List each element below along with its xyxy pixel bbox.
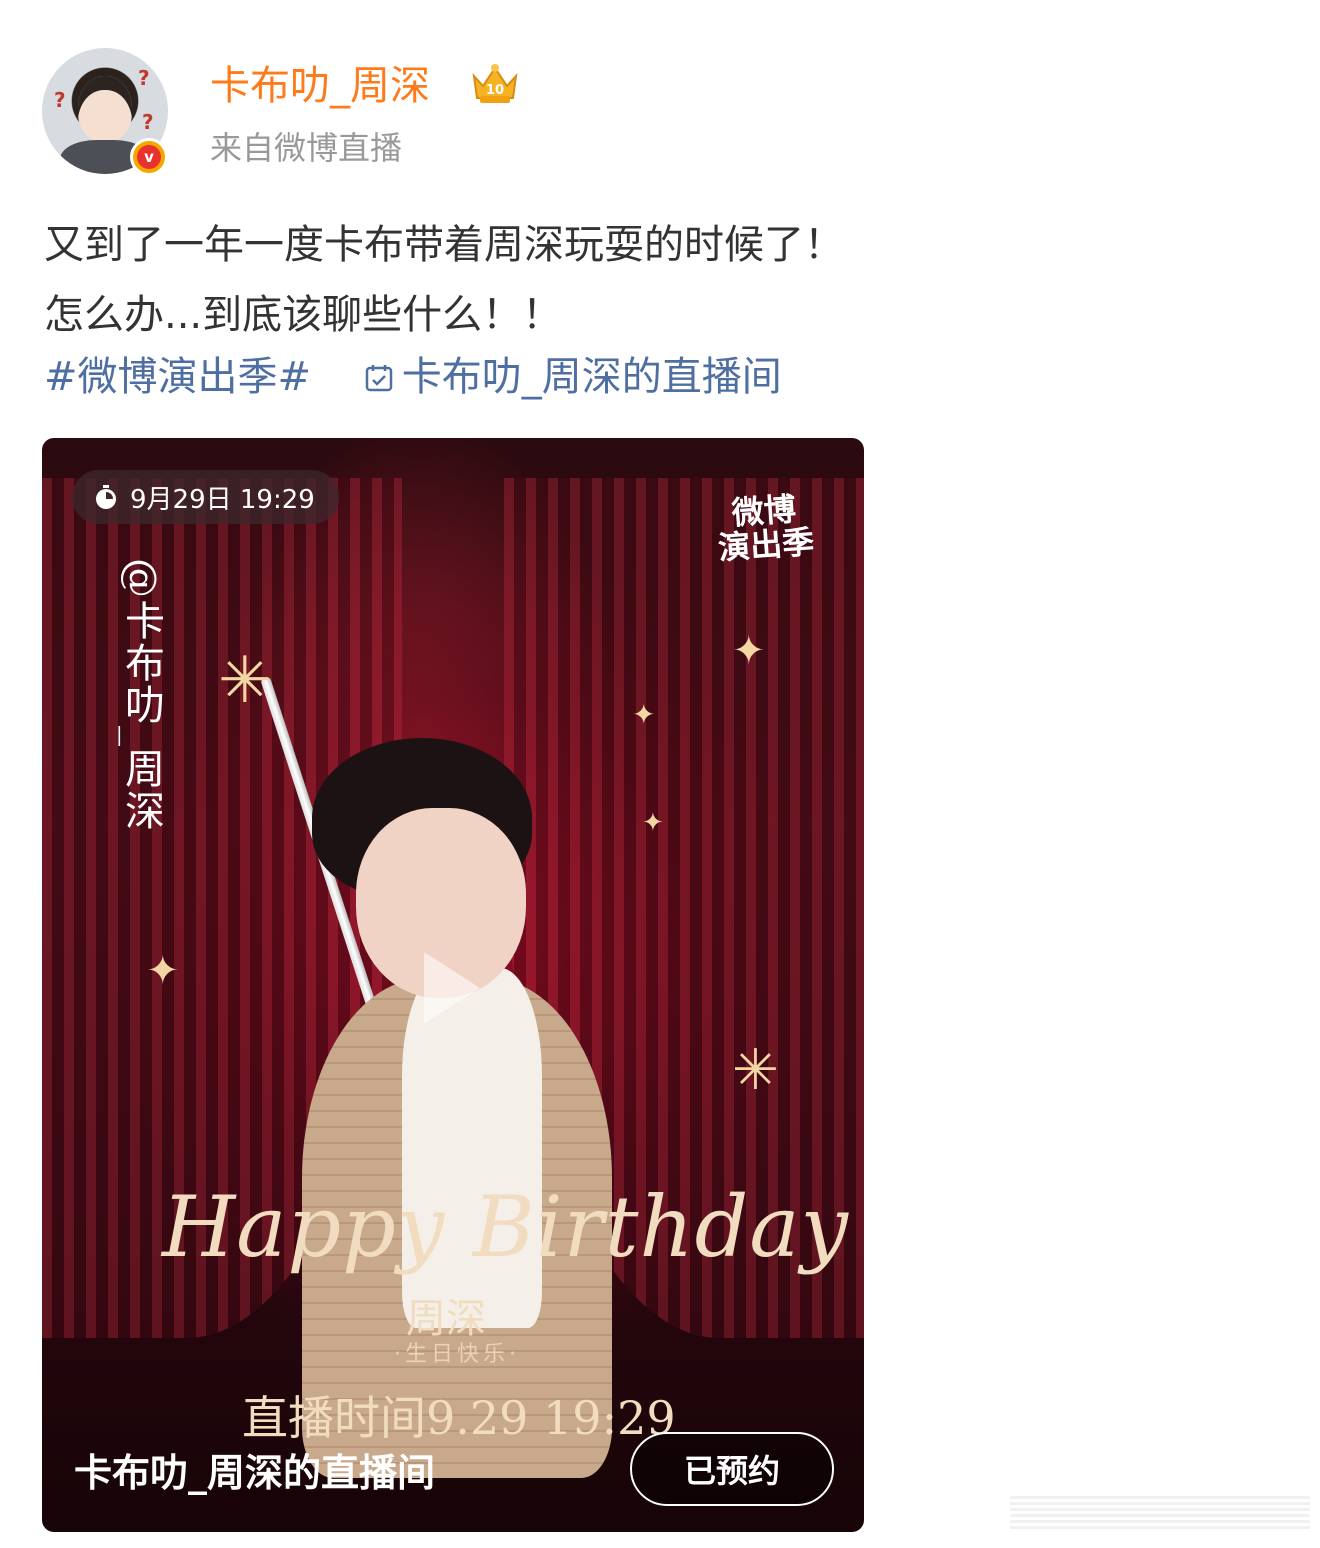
calendar-check-icon bbox=[365, 365, 392, 392]
sparkle-star-icon: ✳ bbox=[732, 1038, 779, 1103]
content-line-2: 怎么办...到底该聊些什么！！ bbox=[44, 292, 563, 338]
weibo-show-season-logo: 微博 演出季 bbox=[716, 489, 816, 568]
username[interactable]: 卡布叻_周深 bbox=[210, 60, 430, 112]
sparkle-star-icon: ✦ bbox=[732, 628, 766, 674]
question-mark-decoration: ? bbox=[54, 88, 66, 112]
live-room-link[interactable]: 卡布叻_周深的直播间 bbox=[402, 354, 782, 400]
verified-badge-icon: v bbox=[130, 138, 168, 176]
post-links: #微博演出季# 卡布叻_周深的直播间 bbox=[44, 348, 782, 406]
hashtag-link[interactable]: #微博演出季# bbox=[44, 354, 311, 400]
happy-birthday-text: Happy Birthday bbox=[162, 1178, 849, 1276]
svg-text:10: 10 bbox=[486, 83, 504, 98]
watermark bbox=[1010, 1496, 1310, 1532]
play-icon[interactable] bbox=[424, 952, 480, 1024]
avatar-face bbox=[78, 76, 132, 142]
post-source: 来自微博直播 bbox=[210, 129, 403, 167]
sparkle-star-icon: ✳ bbox=[218, 644, 272, 718]
live-poster-card[interactable]: 9月29日 19:29 微博 演出季 @卡布叻_周深 ✳ ✦ ✦ ✦ ✳ ✦ H… bbox=[42, 438, 864, 1532]
poster-live-time: 直播时间9.29 19:29 bbox=[242, 1391, 676, 1445]
live-room-title[interactable]: 卡布叻_周深的直播间 bbox=[74, 1442, 435, 1497]
crown-level-icon: 10 bbox=[472, 64, 518, 103]
content-line-1: 又到了一年一度卡布带着周深玩耍的时候了！ bbox=[44, 222, 844, 268]
post-content: 又到了一年一度卡布带着周深玩耍的时候了！ 怎么办...到底该聊些什么！！ bbox=[44, 210, 844, 350]
poster-at-name: @卡布叻_周深 bbox=[118, 558, 164, 832]
question-mark-decoration: ? bbox=[138, 66, 150, 90]
sparkle-star-icon: ✦ bbox=[632, 698, 656, 731]
booked-button[interactable]: 已预约 bbox=[630, 1432, 834, 1506]
birthday-subtitle: ·生日快乐· bbox=[394, 1342, 520, 1367]
question-mark-decoration: ? bbox=[142, 110, 154, 134]
schedule-time: 9月29日 19:29 bbox=[130, 484, 315, 515]
schedule-time-pill: 9月29日 19:29 bbox=[72, 470, 339, 524]
timer-icon bbox=[96, 485, 116, 509]
sparkle-star-icon: ✦ bbox=[146, 948, 180, 994]
